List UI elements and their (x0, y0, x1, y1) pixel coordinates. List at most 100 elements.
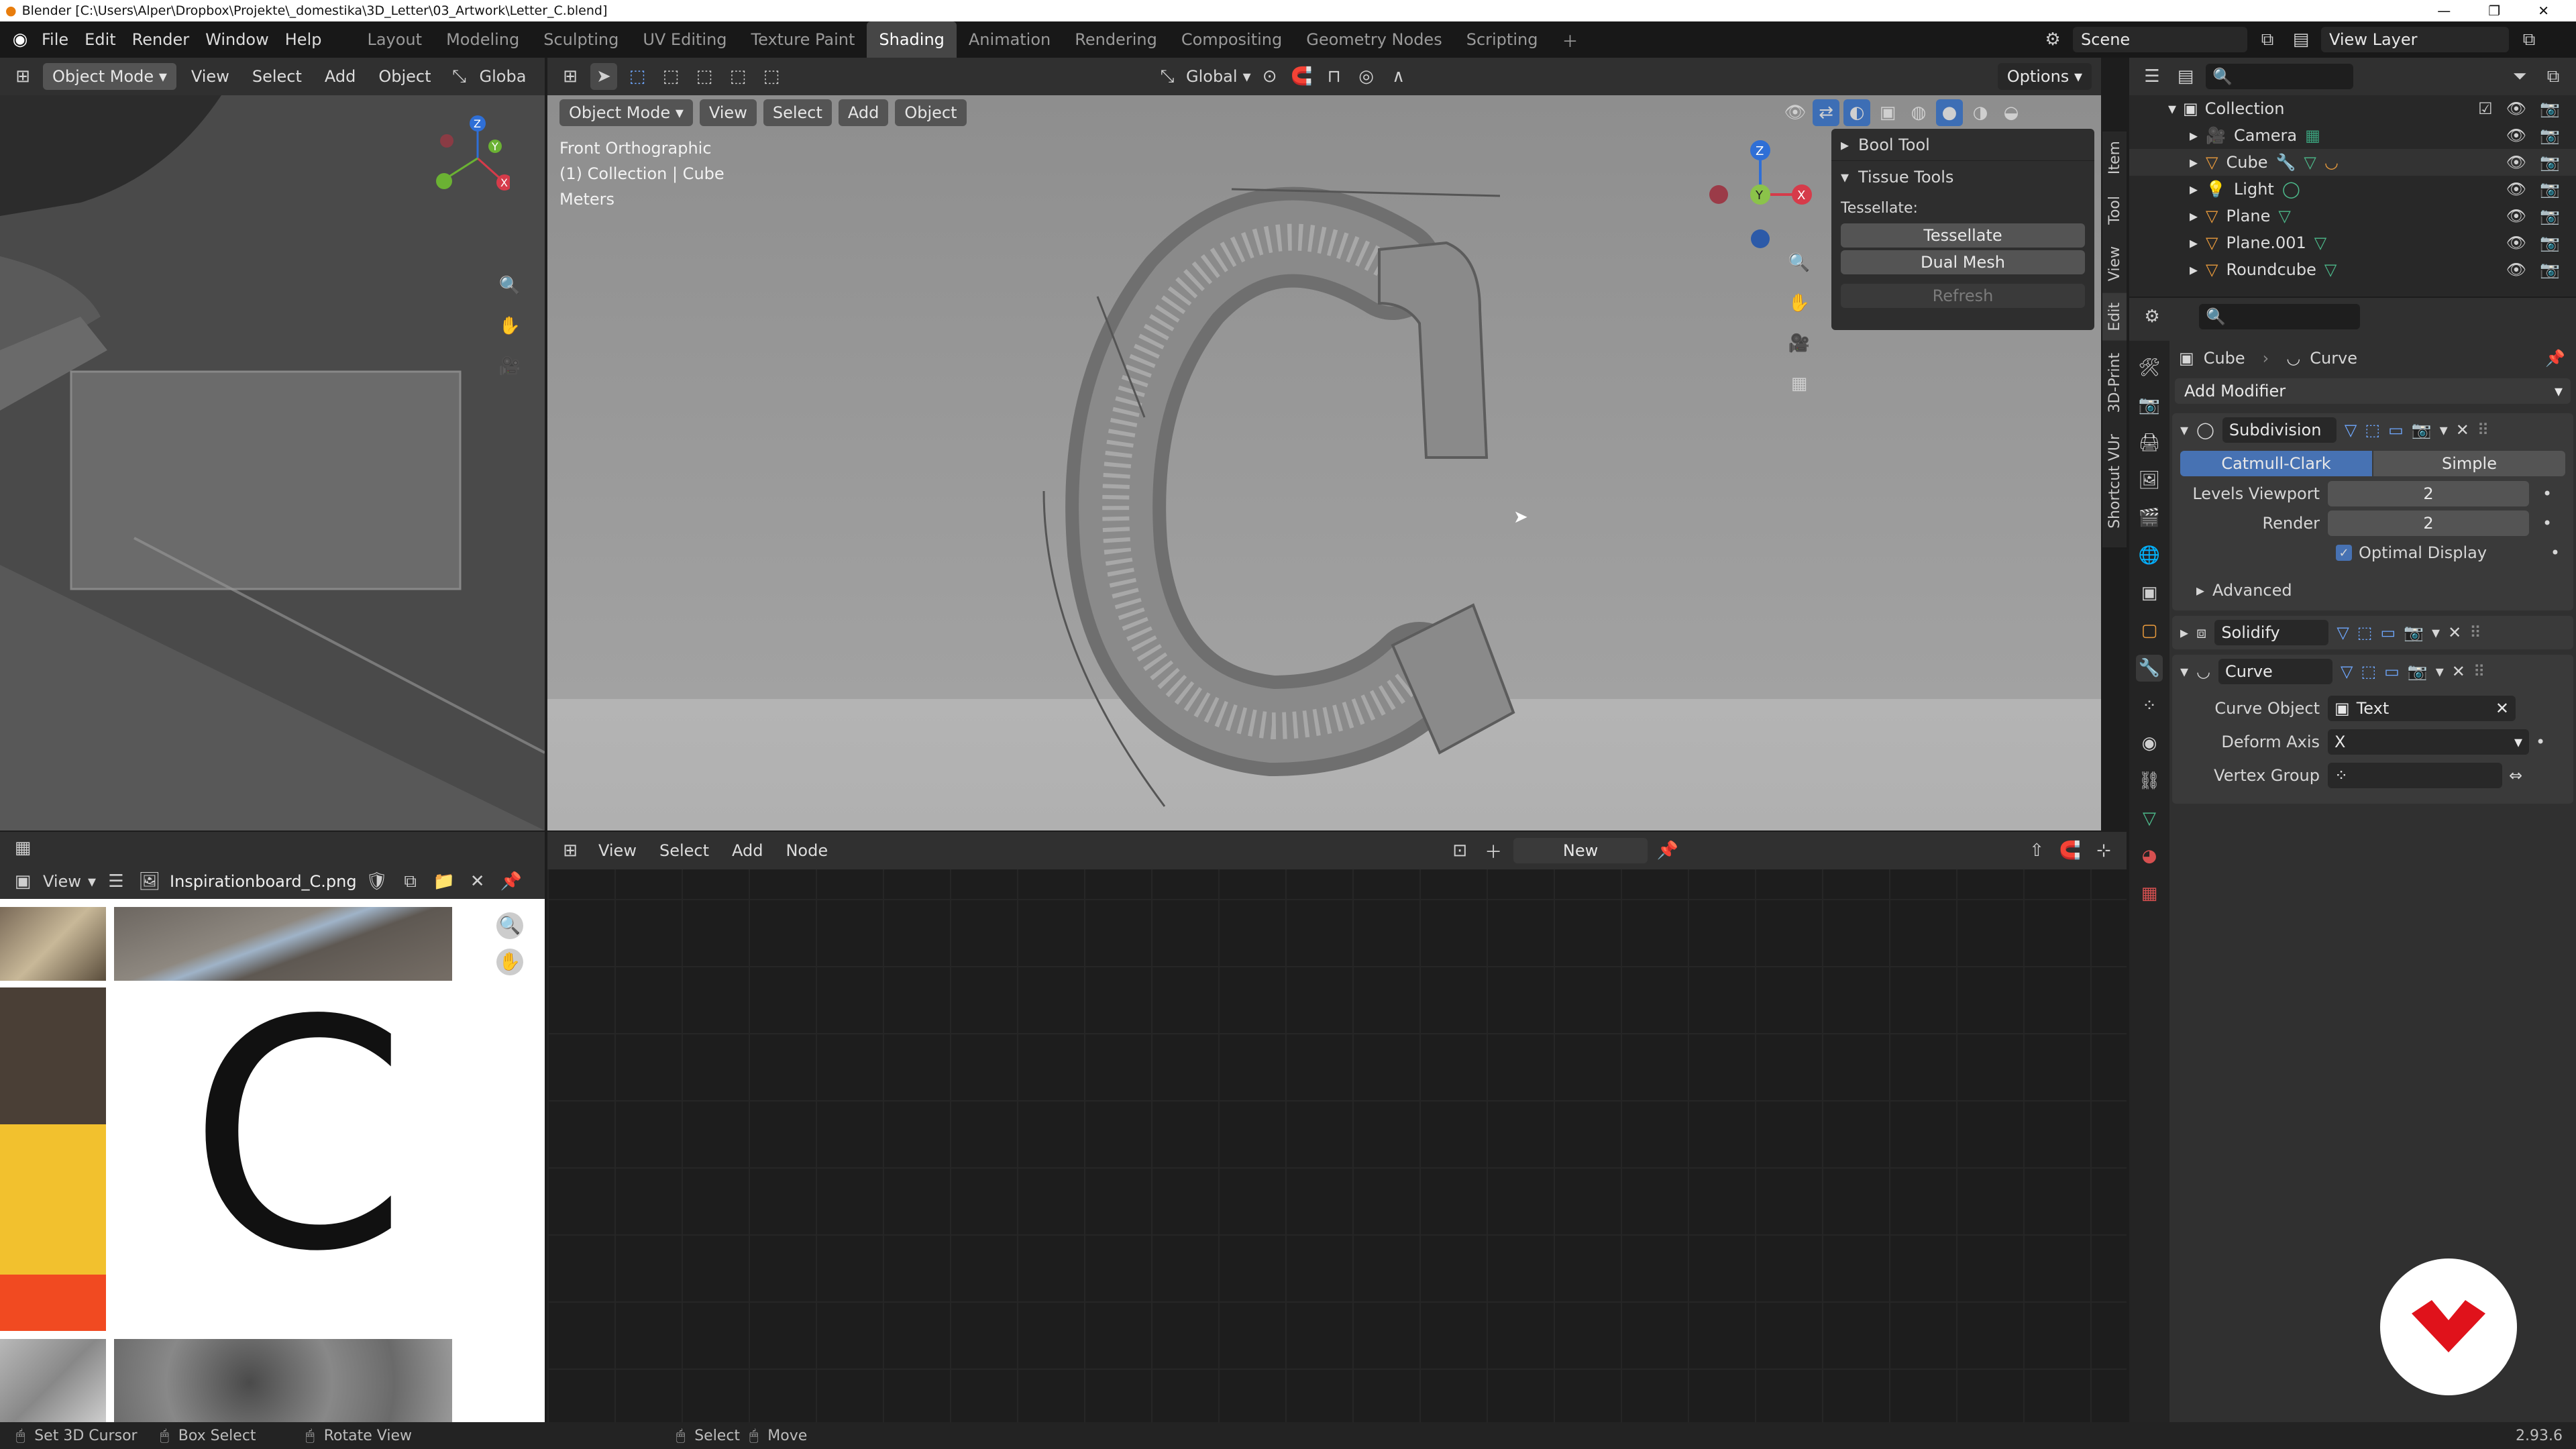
image-editor-type-icon[interactable]: ▦ (9, 835, 36, 861)
fake-user-icon[interactable]: 🛡 (364, 868, 390, 895)
tool-tab-icon[interactable]: 🛠 (2136, 354, 2163, 381)
cage-toggle-icon[interactable]: ⬚ (2365, 421, 2380, 439)
main-menu-add[interactable]: Add (838, 99, 889, 126)
particles-tab-icon[interactable]: ⁘ (2136, 692, 2163, 719)
main-ortho-icon[interactable]: ▦ (1786, 370, 1813, 397)
eye-icon[interactable]: 👁 (2506, 233, 2526, 252)
tab-compositing[interactable]: Compositing (1169, 21, 1294, 58)
tab-shortcut-vur[interactable]: Shortcut VUr (2102, 425, 2127, 538)
outliner-filter-icon[interactable]: ⏷ (2506, 63, 2533, 90)
proportional-edit-icon[interactable]: ◎ (1353, 63, 1380, 90)
cage-toggle-icon[interactable]: ⬚ (2357, 623, 2373, 642)
camera-toggle-icon[interactable]: 📷 (2540, 207, 2560, 225)
left-mode-dropdown[interactable]: Object Mode ▾ (43, 63, 176, 90)
tab-3d-print[interactable]: 3D-Print (2102, 343, 2127, 422)
refresh-button[interactable]: Refresh (1841, 284, 2085, 308)
properties-editor[interactable]: ⚙ 🔍 🛠 📷 🖨 🖼 🎬 🌐 ▣ ▢ 🔧 ⁘ ◉ ⛓ ▽ ◕ ▦ ▣ Cube… (2129, 298, 2576, 1422)
tab-shading[interactable]: Shading (867, 21, 957, 58)
camera-toggle-icon[interactable]: 📷 (2540, 180, 2560, 199)
image-pan-icon[interactable]: ✋ (496, 949, 523, 975)
keyframe-dot-icon[interactable]: • (2551, 543, 2560, 562)
outliner-root[interactable]: ▾ ▣ Collection ☑ 👁 📷 (2129, 95, 2576, 122)
deform-axis-dropdown[interactable]: X ▾ (2328, 729, 2529, 755)
outliner-item[interactable]: ▸ ▽ Roundcube ▽ 👁 📷 (2129, 256, 2576, 283)
checkbox-icon[interactable]: ☑ (2478, 99, 2493, 118)
outliner-item[interactable]: ▸ ▽ Plane ▽ 👁 📷 (2129, 203, 2576, 229)
options-dropdown[interactable]: Options ▾ (1997, 63, 2092, 90)
outliner-item[interactable]: ▸ 🎥 Camera ▦ 👁 📷 (2129, 122, 2576, 149)
menu-help[interactable]: Help (277, 30, 330, 49)
unlink-image-icon[interactable]: ✕ (464, 868, 491, 895)
remove-modifier-icon[interactable]: ✕ (2448, 623, 2461, 642)
subtract-mode-icon[interactable]: ⬚ (691, 63, 718, 90)
pivot-icon[interactable]: ⊙ (1256, 63, 1283, 90)
tab-uv-editing[interactable]: UV Editing (631, 21, 739, 58)
menu-edit[interactable]: Edit (76, 30, 123, 49)
advanced-subpanel[interactable]: ▸ Advanced (2196, 577, 2565, 604)
modifier-menu-chevron-icon[interactable]: ▾ (2440, 421, 2448, 439)
drag-handle-icon[interactable]: ⠿ (2477, 421, 2489, 439)
levels-viewport-field[interactable]: 2 (2328, 481, 2529, 506)
tab-scripting[interactable]: Scripting (1454, 21, 1550, 58)
image-browse-icon[interactable]: 🖼 (136, 868, 163, 895)
camera-toggle-icon[interactable]: 📷 (2540, 260, 2560, 279)
add-workspace-icon[interactable]: ＋ (1550, 21, 1590, 58)
open-image-icon[interactable]: 📁 (431, 868, 458, 895)
hamburger-menu-icon[interactable]: ☰ (103, 868, 129, 895)
outliner-type-icon[interactable]: ☰ (2139, 63, 2165, 90)
outliner[interactable]: ☰ ▤ 🔍 ⏷ ⧉ ▾ ▣ Collection ☑ 👁 📷 ▸ 🎥 Camera ▦ 👁 📷… (2129, 58, 2576, 297)
scene-tab-icon[interactable]: 🎬 (2136, 504, 2163, 531)
left-orientation-label[interactable]: Globa (480, 67, 527, 86)
solidify-name-field[interactable]: Solidify (2214, 620, 2329, 645)
render-toggle-icon[interactable]: 📷 (2412, 421, 2432, 439)
constraints-tab-icon[interactable]: ⛓ (2136, 767, 2163, 794)
node-menu-add[interactable]: Add (724, 841, 771, 860)
properties-type-icon[interactable]: ⚙ (2139, 303, 2165, 330)
view-layer-field[interactable]: View Layer (2321, 27, 2509, 52)
modifier-tab-icon[interactable]: 🔧 (2136, 655, 2163, 682)
main-pan-icon[interactable]: ✋ (1786, 290, 1813, 317)
tissue-tools-panel[interactable]: ▾ Tissue Tools (1831, 161, 2094, 193)
optimal-display-checkbox[interactable]: ✓ (2336, 545, 2352, 561)
camera-toggle-icon[interactable]: 📷 (2540, 153, 2560, 172)
object-tab-icon[interactable]: ▢ (2136, 617, 2163, 644)
left-camera-icon[interactable]: 🎥 (496, 353, 523, 380)
minimize-button[interactable]: — (2437, 3, 2451, 19)
camera-toggle-icon[interactable]: 📷 (2540, 126, 2560, 145)
collapsed-arrow-icon[interactable]: ▸ (2180, 623, 2188, 642)
eye-icon[interactable]: 👁 (2506, 99, 2526, 118)
viewport-toggle-icon[interactable]: ▭ (2380, 623, 2396, 642)
node-editor-type-icon[interactable]: ⊞ (557, 837, 584, 864)
tab-texture-paint[interactable]: Texture Paint (739, 21, 867, 58)
duplicate-image-icon[interactable]: ⧉ (397, 868, 424, 895)
material-shading-icon[interactable]: ◑ (1967, 99, 1994, 126)
camera-toggle-icon[interactable]: 📷 (2540, 99, 2560, 118)
extend-mode-icon[interactable]: ⬚ (657, 63, 684, 90)
invert-mode-icon[interactable]: ⬚ (724, 63, 751, 90)
remove-modifier-icon[interactable]: ✕ (2452, 662, 2465, 681)
image-view-menu[interactable]: View (43, 872, 81, 891)
display-mode-icon[interactable]: ▤ (2172, 63, 2199, 90)
simple-button[interactable]: Simple (2373, 451, 2565, 476)
tab-rendering[interactable]: Rendering (1063, 21, 1169, 58)
eye-icon[interactable]: 👁 (2506, 180, 2526, 199)
main-menu-select[interactable]: Select (763, 99, 832, 126)
edit-mode-toggle-icon[interactable]: ▽ (2345, 421, 2357, 439)
modifier-menu-chevron-icon[interactable]: ▾ (2432, 623, 2440, 642)
output-tab-icon[interactable]: 🖨 (2136, 429, 2163, 456)
snap-target-icon[interactable]: ⊓ (1321, 63, 1348, 90)
solid-shading-icon[interactable]: ● (1936, 99, 1963, 126)
catmull-clark-button[interactable]: Catmull-Clark (2180, 451, 2372, 476)
viewport-canvas[interactable]: Front Orthographic (1) Collection | Cube… (547, 95, 2101, 830)
camera-toggle-icon[interactable]: 📷 (2540, 233, 2560, 252)
collection-tab-icon[interactable]: ▣ (2136, 580, 2163, 606)
node-tree-type-icon[interactable]: ⊡ (1446, 837, 1473, 864)
tab-edit[interactable]: Edit (2102, 293, 2127, 341)
tab-sculpting[interactable]: Sculpting (531, 21, 631, 58)
drag-handle-icon[interactable]: ⠿ (2473, 662, 2485, 681)
keyframe-dot-icon[interactable]: • (2542, 484, 2552, 503)
main-mode-dropdown[interactable]: Object Mode ▾ (559, 99, 693, 126)
texture-tab-icon[interactable]: ▦ (2136, 880, 2163, 907)
xray-icon[interactable]: ▣ (1874, 99, 1901, 126)
left-menu-object[interactable]: Object (370, 67, 439, 86)
